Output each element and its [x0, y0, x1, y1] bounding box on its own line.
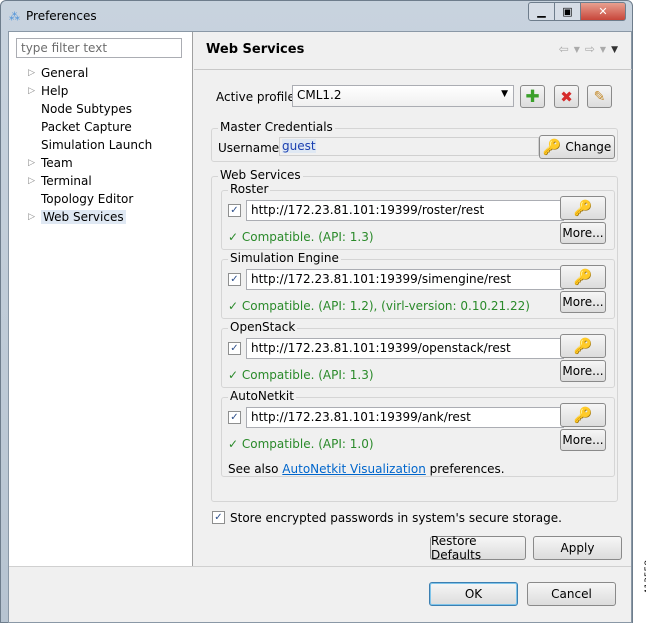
expand-arrow-icon[interactable]: ▷ [9, 176, 41, 186]
maximize-button[interactable]: ▣ [554, 2, 581, 21]
service-more-button[interactable]: More... [560, 360, 606, 382]
key-icon: 🔑 [573, 199, 593, 217]
key-icon: 🔑 [542, 138, 562, 156]
minimize-button[interactable]: ▁ [528, 2, 555, 21]
service-enabled-checkbox[interactable]: ✓ [228, 411, 241, 424]
back-menu-icon[interactable]: ▼ [574, 42, 580, 58]
page-title: Web Services [206, 42, 305, 57]
close-button[interactable]: ✕ [580, 2, 626, 21]
forward-menu-icon[interactable]: ▼ [600, 42, 606, 58]
title-bar: ⁂ Preferences [9, 6, 97, 26]
service-name: Roster [228, 182, 271, 196]
view-menu-icon[interactable]: ▼ [611, 42, 618, 58]
service-credentials-button[interactable]: 🔑 [560, 334, 606, 358]
tree-item-topology-editor[interactable]: Topology Editor [9, 190, 193, 208]
restore-defaults-button[interactable]: Restore Defaults [430, 534, 526, 562]
store-passwords-checkbox[interactable]: ✓ [212, 511, 225, 524]
preference-tree: ▷ General ▷ Help Node Subtypes Packet Capt… [9, 64, 193, 226]
edit-profile-button[interactable]: ✎ [587, 85, 612, 108]
service-more-button[interactable]: More... [560, 222, 606, 244]
store-passwords-label: Store encrypted passwords in system's se… [230, 511, 562, 525]
key-icon: 🔑 [573, 406, 593, 424]
active-profile-label: Active profile: [216, 90, 299, 104]
service-url-input[interactable]: http://172.23.81.101:19399/openstack/res… [246, 338, 564, 359]
tree-item-team[interactable]: ▷ Team [9, 154, 193, 172]
service-status: ✓ Compatible. (API: 1.3) [228, 230, 374, 244]
service-url-input[interactable]: http://172.23.81.101:19399/simengine/res… [246, 269, 564, 290]
service-group: Simulation Engine ✓ http://172.23.81.101… [221, 251, 615, 319]
tree-item-terminal[interactable]: ▷ Terminal [9, 172, 193, 190]
service-status: ✓ Compatible. (API: 1.0) [228, 437, 374, 451]
username-field[interactable]: guest [279, 137, 539, 156]
active-profile-select[interactable]: CML1.2 ▼ [292, 85, 514, 107]
header-divider [194, 69, 632, 70]
tree-item-simulation-launch[interactable]: Simulation Launch [9, 136, 193, 154]
autonetkit-visualization-link[interactable]: AutoNetkit Visualization [282, 462, 426, 476]
service-enabled-checkbox[interactable]: ✓ [228, 204, 241, 217]
service-enabled-checkbox[interactable]: ✓ [228, 273, 241, 286]
see-also-text: See also AutoNetkit Visualization prefer… [228, 462, 505, 476]
service-group: OpenStack ✓ http://172.23.81.101:19399/o… [221, 320, 615, 388]
back-arrow-icon[interactable]: ⇦ [559, 42, 569, 58]
tree-item-packet-capture[interactable]: Packet Capture [9, 118, 193, 136]
add-profile-button[interactable]: ✚ [520, 85, 545, 108]
service-group: Roster ✓ http://172.23.81.101:19399/rost… [221, 182, 615, 250]
tree-item-general[interactable]: ▷ General [9, 64, 193, 82]
forward-arrow-icon[interactable]: ⇨ [585, 42, 595, 58]
change-credentials-button[interactable]: 🔑 Change [539, 135, 615, 159]
ok-button[interactable]: OK [429, 582, 518, 606]
dialog-button-bar: OK Cancel [9, 566, 631, 623]
delete-profile-button[interactable]: ✖ [554, 85, 579, 108]
sidebar: type filter text ▷ General ▷ Help Node Sub… [9, 32, 193, 566]
expand-arrow-icon[interactable]: ▷ [9, 86, 41, 96]
expand-arrow-icon[interactable]: ▷ [9, 212, 41, 222]
service-status: ✓ Compatible. (API: 1.2), (virl-version:… [228, 299, 530, 313]
key-icon: 🔑 [573, 268, 593, 286]
service-url-input[interactable]: http://172.23.81.101:19399/roster/rest [246, 200, 564, 221]
service-credentials-button[interactable]: 🔑 [560, 403, 606, 427]
chevron-down-icon: ▼ [501, 89, 508, 99]
service-more-button[interactable]: More... [560, 429, 606, 451]
service-url-input[interactable]: http://172.23.81.101:19399/ank/rest [246, 407, 564, 428]
preference-page: Web Services ⇦ ▼ ⇨ ▼ ▼ Active profile: CML… [194, 32, 632, 566]
preferences-icon: ⁂ [9, 9, 20, 23]
apply-button[interactable]: Apply [533, 536, 622, 560]
service-name: OpenStack [228, 320, 298, 334]
expand-arrow-icon[interactable]: ▷ [9, 158, 41, 168]
service-more-button[interactable]: More... [560, 291, 606, 313]
key-icon: 🔑 [573, 337, 593, 355]
expand-arrow-icon[interactable]: ▷ [9, 68, 41, 78]
tree-item-web-services[interactable]: ▷ Web Services [9, 208, 193, 226]
cancel-button[interactable]: Cancel [527, 582, 616, 606]
tree-item-help[interactable]: ▷ Help [9, 82, 193, 100]
service-credentials-button[interactable]: 🔑 [560, 196, 606, 220]
tree-item-node-subtypes[interactable]: Node Subtypes [9, 100, 193, 118]
preferences-window: ⁂ Preferences ▁ ▣ ✕ type filter text ▷ Ge… [0, 0, 633, 623]
service-enabled-checkbox[interactable]: ✓ [228, 342, 241, 355]
filter-input[interactable]: type filter text [16, 38, 182, 58]
service-name: Simulation Engine [228, 251, 341, 265]
service-credentials-button[interactable]: 🔑 [560, 265, 606, 289]
page-navigation: ⇦ ▼ ⇨ ▼ ▼ [559, 42, 618, 58]
service-status: ✓ Compatible. (API: 1.3) [228, 368, 374, 382]
window-title: Preferences [26, 9, 97, 23]
username-label: Username: [218, 141, 284, 155]
service-name: AutoNetkit [228, 389, 296, 403]
